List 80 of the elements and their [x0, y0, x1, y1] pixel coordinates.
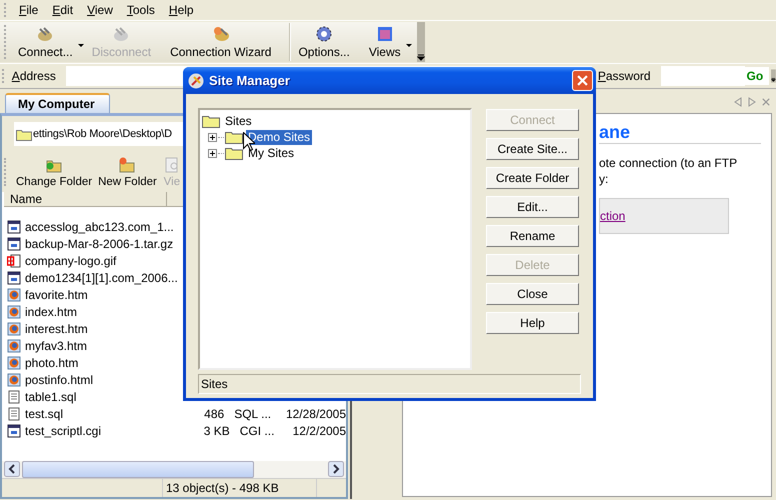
menu-item[interactable]: Edit: [46, 3, 82, 17]
file-name[interactable]: test_scriptl.cgi: [25, 424, 102, 438]
menu-item[interactable]: Help: [162, 3, 202, 17]
status-bar: Sites: [198, 374, 581, 394]
close-button[interactable]: [572, 70, 593, 91]
file-size: 486: [204, 406, 224, 420]
go-button[interactable]: Go: [744, 67, 770, 85]
window-title: Site Manager: [209, 73, 291, 88]
file-name[interactable]: test.sql: [25, 406, 64, 420]
tree-item[interactable]: My Sites: [246, 146, 296, 160]
gear-icon: [315, 25, 334, 43]
expander-icon[interactable]: [208, 132, 217, 142]
overflow-chevron-icon[interactable]: [416, 22, 425, 62]
folder-icon: [225, 130, 243, 144]
window-icon: [7, 236, 21, 250]
status-text: 13 object(s) - 498 KB: [162, 479, 317, 497]
file-name[interactable]: backup-Mar-8-2006-1.tar.gz: [25, 236, 174, 250]
window-icon: [376, 25, 394, 43]
horizontal-scrollbar[interactable]: [2, 461, 346, 478]
globe-icon: [7, 356, 21, 370]
file-size: 3 KB: [204, 424, 230, 438]
picture-icon: [7, 254, 21, 268]
body-text: ote connection (to an FTP: [599, 156, 738, 170]
left-triangle-icon[interactable]: [734, 97, 742, 107]
caret-icon: [406, 44, 412, 48]
file-name[interactable]: demo1234[1][1].com_2006...: [25, 270, 178, 284]
dialog-button[interactable]: Edit...: [486, 196, 579, 218]
globe-icon: [7, 288, 21, 302]
file-name[interactable]: photo.htm: [25, 356, 78, 370]
window-icon: [7, 220, 21, 234]
folder-icon: [202, 114, 220, 128]
window-icon: [7, 424, 21, 438]
file-name[interactable]: table1.sql: [25, 390, 76, 404]
globe-icon: [7, 304, 21, 318]
file-name[interactable]: index.htm: [25, 304, 78, 318]
close-icon: [577, 75, 588, 86]
file-name[interactable]: postinfo.html: [25, 372, 94, 386]
page-heading: ane: [599, 122, 630, 142]
dialog-button[interactable]: Create Site...: [486, 138, 579, 160]
dialog-button[interactable]: Rename: [486, 225, 579, 247]
document-icon: [7, 390, 21, 404]
toolbar-button[interactable]: Options...: [289, 23, 364, 61]
globe-icon: [7, 372, 21, 386]
document-icon: [7, 406, 21, 420]
menu-item[interactable]: View: [81, 3, 121, 17]
file-date: 12/2/2005: [292, 424, 346, 438]
link[interactable]: ction: [600, 209, 626, 223]
toolbar-button[interactable]: Views: [364, 23, 415, 61]
close-icon[interactable]: [762, 97, 770, 107]
right-triangle-icon[interactable]: [748, 97, 756, 107]
toolbar-button[interactable]: Connection Wizard: [165, 23, 286, 61]
folder-icon: [118, 156, 136, 174]
file-type: CGI ...: [240, 424, 274, 438]
globe-icon: [7, 338, 21, 352]
file-date: 12/28/2005: [286, 406, 346, 420]
dialog-button[interactable]: Close: [486, 283, 579, 305]
toolbar-button[interactable]: Connect...: [13, 23, 87, 61]
caret-icon: [78, 44, 84, 48]
file-name[interactable]: myfav3.htm: [25, 338, 88, 352]
dialog-button[interactable]: Create Folder: [486, 167, 579, 189]
toolbar-button[interactable]: Change Folder: [13, 154, 96, 190]
scrollbar-thumb[interactable]: [22, 461, 254, 478]
file-name[interactable]: interest.htm: [25, 322, 88, 336]
menu-item[interactable]: Tools: [120, 3, 163, 17]
file-name[interactable]: company-logo.gif: [25, 254, 116, 268]
dialog-button[interactable]: Help: [486, 312, 579, 334]
file-type: SQL ...: [234, 406, 272, 420]
window-icon: [7, 270, 21, 284]
pane-tab[interactable]: My Computer: [5, 93, 110, 113]
toolbar-button[interactable]: New Folder: [95, 154, 160, 190]
address-label: Address: [10, 69, 57, 83]
globe-icon: [7, 322, 21, 336]
password-label: Password: [598, 69, 652, 83]
password-field[interactable]: [660, 66, 745, 86]
menu-item[interactable]: File: [13, 3, 46, 17]
folder-icon: [16, 128, 32, 140]
expander-icon[interactable]: [208, 148, 217, 158]
file-name[interactable]: favorite.htm: [25, 288, 88, 302]
file-name[interactable]: accesslog_abc123.com_1...: [25, 220, 174, 234]
body-text: y:: [599, 172, 608, 186]
